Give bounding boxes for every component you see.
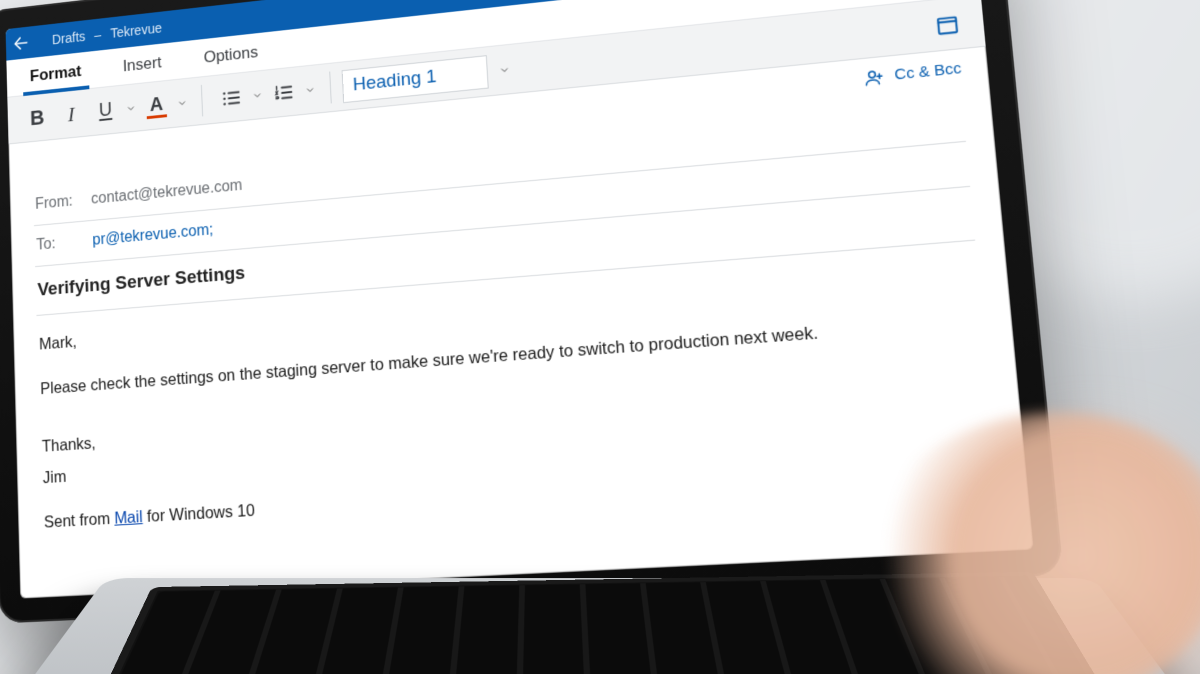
photo-scene: Drafts – Tekrevue Undo Format (0, 0, 1200, 674)
bullet-list-more[interactable] (249, 88, 266, 101)
back-button[interactable] (6, 26, 37, 61)
tab-insert[interactable]: Insert (119, 45, 166, 85)
number-list-button[interactable] (265, 72, 302, 112)
number-list-icon (273, 81, 295, 104)
sig-link[interactable]: Mail (114, 508, 143, 528)
font-color-button[interactable]: A (138, 86, 174, 126)
tab-options[interactable]: Options (199, 35, 262, 77)
open-in-new-window-button[interactable] (925, 2, 970, 45)
from-label: From: (35, 192, 81, 213)
chevron-down-icon (304, 83, 316, 96)
underline-more[interactable] (123, 101, 140, 114)
sig-suffix: for Windows 10 (142, 502, 255, 526)
bullet-list-button[interactable] (213, 78, 250, 118)
style-picker-value: Heading 1 (352, 66, 437, 96)
arrow-left-icon (12, 33, 30, 53)
underline-glyph: U (99, 99, 113, 122)
breadcrumb-sep: – (94, 27, 101, 43)
bold-button[interactable]: B (20, 98, 55, 137)
chevron-down-icon (176, 96, 187, 109)
breadcrumb-folder: Drafts (52, 29, 86, 48)
bullet-list-icon (221, 86, 242, 109)
number-list-more[interactable] (301, 83, 319, 96)
toolbar-separator (201, 85, 203, 116)
style-picker-more[interactable] (495, 63, 513, 77)
font-color-more[interactable] (174, 96, 191, 109)
from-value[interactable]: contact@tekrevue.com (91, 177, 243, 208)
add-contact-icon (864, 67, 885, 87)
to-label: To: (36, 233, 82, 254)
toolbar-separator (329, 72, 331, 103)
chevron-down-icon (125, 102, 136, 114)
underline-button[interactable]: U (88, 91, 124, 130)
style-picker[interactable]: Heading 1 (342, 55, 489, 103)
chevron-down-icon (498, 63, 511, 76)
to-value[interactable]: pr@tekrevue.com; (92, 222, 213, 250)
breadcrumb-account: Tekrevue (110, 20, 162, 41)
cc-bcc-label: Cc & Bcc (894, 60, 962, 84)
italic-button[interactable]: I (54, 94, 89, 133)
breadcrumb: Drafts – Tekrevue (52, 20, 162, 47)
tab-format[interactable]: Format (26, 54, 86, 95)
open-in-new-window-icon (934, 12, 960, 37)
sig-prefix: Sent from (44, 510, 115, 532)
chevron-down-icon (252, 89, 264, 102)
font-color-swatch (147, 114, 167, 119)
